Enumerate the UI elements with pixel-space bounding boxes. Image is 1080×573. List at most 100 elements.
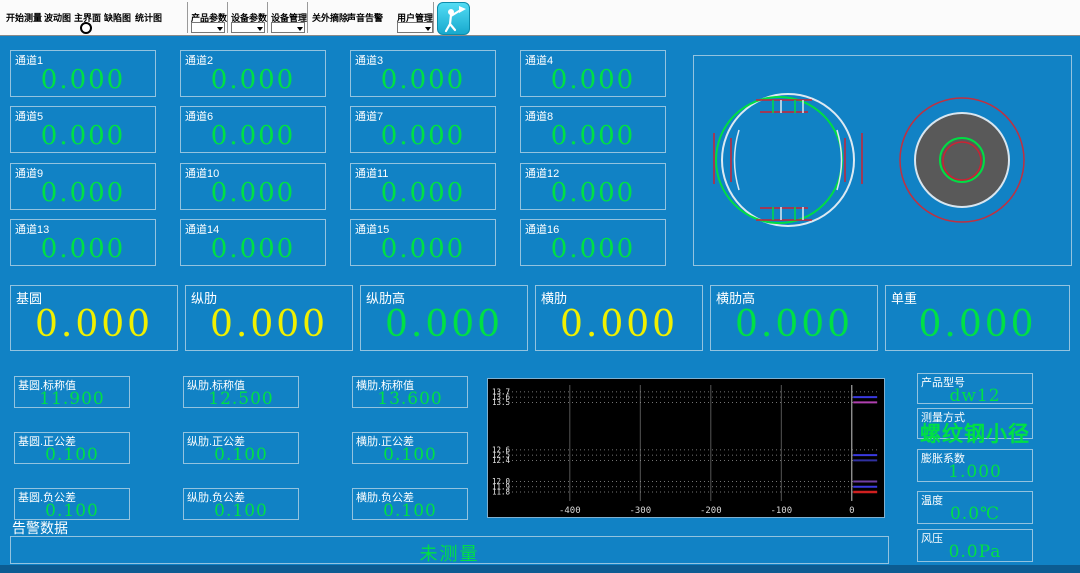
tolerance-trend-chart: -400-300-200-100013.713.613.512.612.512.… (487, 378, 885, 518)
channel-value: 0.000 (351, 178, 495, 208)
active-screen-indicator-icon (80, 22, 92, 34)
channel-value: 0.000 (521, 178, 665, 208)
expansion-coeff-field: 膨胀系数1.000 (917, 449, 1033, 482)
channel-value: 0.000 (521, 65, 665, 95)
param-longrib-nominal: 纵肋.标称值12.500 (183, 376, 299, 408)
param-longrib-plus-tol: 纵肋.正公差0.100 (183, 432, 299, 464)
measure-value: 0.000 (711, 304, 877, 345)
toolbar-separator (187, 2, 188, 33)
temperature-field: 温度0.0℃ (917, 491, 1033, 524)
measure-cross-rib: 横肋0.000 (535, 285, 703, 351)
run-button[interactable] (437, 2, 470, 35)
measure-value: 0.000 (361, 304, 527, 345)
measure-long-rib: 纵肋0.000 (185, 285, 353, 351)
menu-defect-chart[interactable]: 缺陷图 (104, 11, 131, 24)
channel-13-display: 通道130.000 (10, 219, 156, 266)
svg-text:-400: -400 (559, 506, 581, 516)
svg-text:0: 0 (849, 506, 854, 516)
channel-15-display: 通道150.000 (350, 219, 496, 266)
channel-value: 0.000 (351, 65, 495, 95)
chevron-down-icon (297, 27, 303, 31)
channel-value: 0.000 (11, 121, 155, 151)
channel-value: 0.000 (11, 234, 155, 264)
rebar-profile-diagram (900, 98, 1024, 222)
menu-start-measure[interactable]: 开始测量 (6, 11, 42, 24)
param-crossrib-nominal: 横肋.标称值13.600 (352, 376, 468, 408)
param-crossrib-plus-tol: 横肋.正公差0.100 (352, 432, 468, 464)
param-value: 13.600 (353, 389, 467, 409)
param-base-nominal: 基圆.标称值11.900 (14, 376, 130, 408)
channel-value: 0.000 (11, 178, 155, 208)
channel-11-display: 通道110.000 (350, 163, 496, 210)
param-value: 0.100 (15, 445, 129, 465)
param-value: 12.500 (184, 389, 298, 409)
param-value: 0.100 (184, 501, 298, 521)
svg-text:12.4: 12.4 (492, 456, 511, 465)
measure-value: 0.000 (536, 304, 702, 345)
channel-value: 0.000 (181, 234, 325, 264)
channel-2-display: 通道20.000 (180, 50, 326, 97)
svg-text:-300: -300 (629, 506, 651, 516)
person-with-flag-icon (438, 3, 469, 34)
param-value: 0.100 (353, 501, 467, 521)
product-params-dropdown[interactable] (191, 22, 225, 33)
wind-pressure-field: 风压0.0Pa (917, 529, 1033, 562)
toolbar-separator (433, 2, 434, 33)
chevron-down-icon (257, 27, 263, 31)
channel-6-display: 通道60.000 (180, 106, 326, 153)
device-manage-dropdown[interactable] (271, 22, 305, 33)
chevron-down-icon (425, 27, 431, 31)
toolbar-separator (267, 2, 268, 33)
measure-value: 0.000 (11, 304, 177, 345)
measure-value: 0.000 (186, 304, 352, 345)
svg-text:11.8: 11.8 (492, 488, 511, 497)
param-longrib-minus-tol: 纵肋.负公差0.100 (183, 488, 299, 520)
channel-value: 0.000 (521, 121, 665, 151)
measure-base-circle: 基圆0.000 (10, 285, 178, 351)
measure-cross-rib-height: 横肋高0.000 (710, 285, 878, 351)
alarm-data-label: 告警数据 (12, 518, 68, 538)
bottom-strip (0, 565, 1080, 573)
param-base-minus-tol: 基圆.负公差0.100 (14, 488, 130, 520)
device-params-dropdown[interactable] (231, 22, 265, 33)
alarm-status-box: 未测量 (10, 536, 889, 564)
svg-text:13.5: 13.5 (492, 398, 510, 407)
channel-value: 0.000 (181, 178, 325, 208)
channel-16-display: 通道160.000 (520, 219, 666, 266)
channel-value: 0.000 (521, 234, 665, 264)
param-base-plus-tol: 基圆.正公差0.100 (14, 432, 130, 464)
user-manage-dropdown[interactable] (397, 22, 433, 33)
channel-value: 0.000 (181, 121, 325, 151)
diagram-panel (693, 55, 1072, 266)
param-value: 0.100 (184, 445, 298, 465)
param-value: 0.100 (353, 445, 467, 465)
product-model-field: 产品型号dw12 (917, 373, 1033, 404)
svg-text:-100: -100 (770, 506, 792, 516)
channel-value: 0.000 (181, 65, 325, 95)
channel-value: 0.000 (351, 121, 495, 151)
channel-9-display: 通道90.000 (10, 163, 156, 210)
param-crossrib-minus-tol: 横肋.负公差0.100 (352, 488, 468, 520)
channel-value: 0.000 (11, 65, 155, 95)
measure-mode-field: 测量方式螺纹钢小径 (917, 408, 1033, 439)
main-panel: 通道10.000 通道20.000 通道30.000 通道40.000 通道50… (0, 35, 1080, 573)
channel-1-display: 通道10.000 (10, 50, 156, 97)
chevron-down-icon (217, 27, 223, 31)
param-value: dw12 (918, 386, 1032, 406)
channel-7-display: 通道70.000 (350, 106, 496, 153)
alarm-status-text: 未测量 (11, 540, 888, 566)
channel-12-display: 通道120.000 (520, 163, 666, 210)
measure-value: 0.000 (886, 304, 1069, 345)
menu-sound-alarm[interactable]: 声音告警 (347, 11, 383, 24)
channel-value: 0.000 (351, 234, 495, 264)
measure-unit-weight: 单重0.000 (885, 285, 1070, 351)
menu-exclude-outside[interactable]: 关外摘除 (312, 11, 348, 24)
param-value: 0.0℃ (918, 504, 1032, 524)
channel-8-display: 通道80.000 (520, 106, 666, 153)
menu-wave-chart[interactable]: 波动图 (44, 11, 71, 24)
param-value: 11.900 (15, 389, 129, 409)
rebar-cross-section-diagram (714, 94, 862, 226)
param-value: 螺纹钢小径 (918, 418, 1032, 448)
menu-stats-chart[interactable]: 统计图 (135, 11, 162, 24)
toolbar-separator (307, 2, 308, 33)
